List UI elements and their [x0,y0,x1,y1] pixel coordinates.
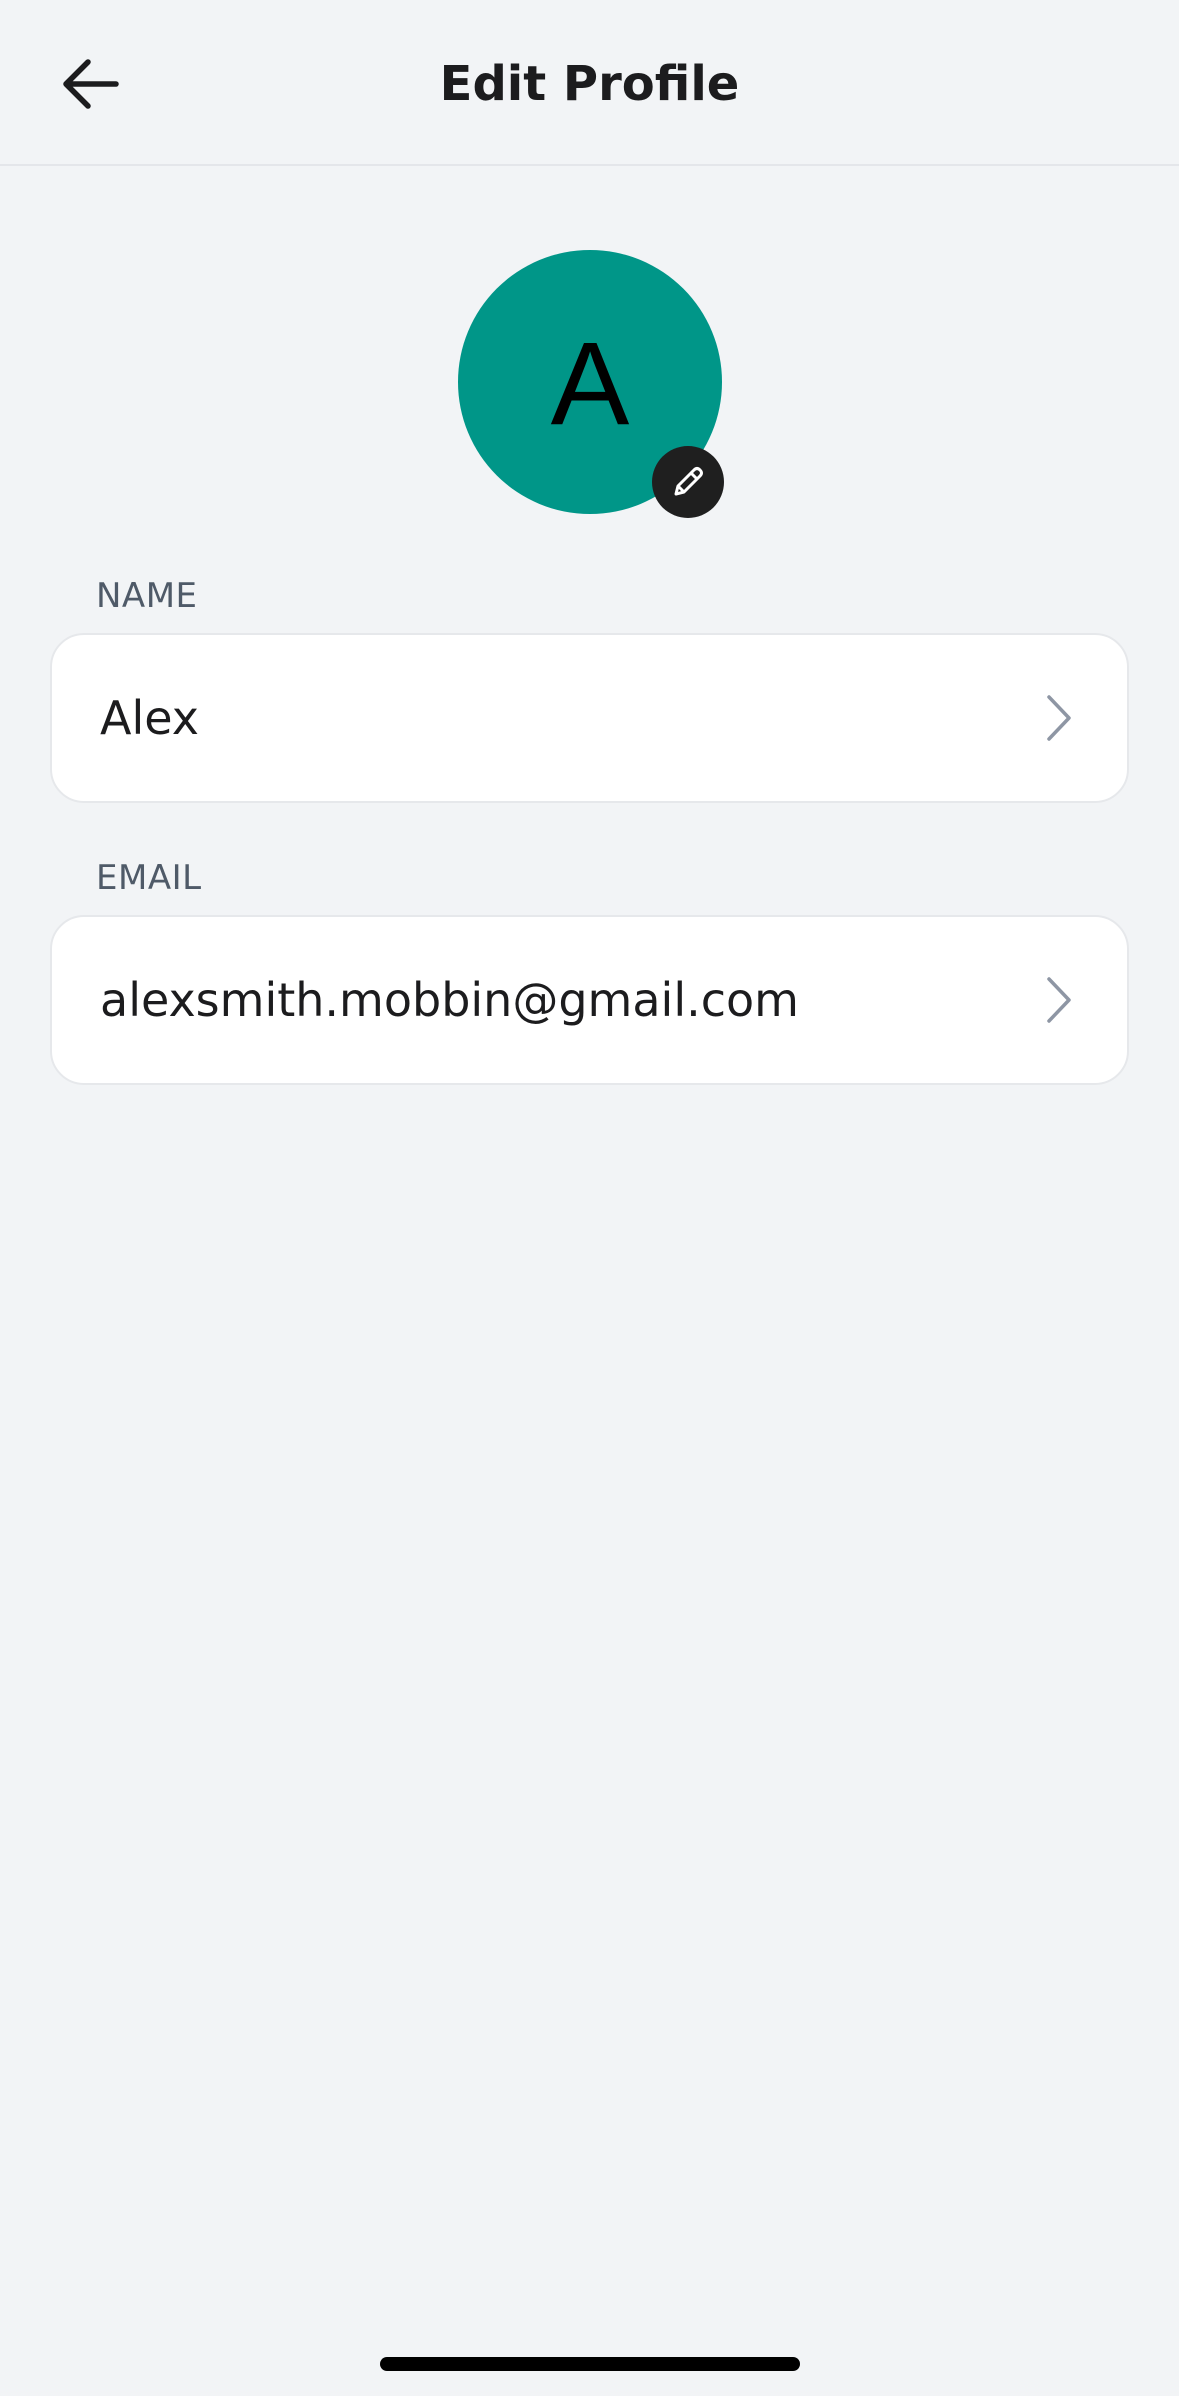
page-title: Edit Profile [439,56,740,112]
top-app-bar: Edit Profile [0,0,1179,166]
email-label: EMAIL [96,858,202,898]
pencil-icon [674,467,703,496]
email-field[interactable]: alexsmith.mobbin@gmail.com [50,915,1129,1085]
name-value: Alex [100,691,199,745]
chevron-right-icon [1047,695,1071,741]
edit-avatar-button[interactable] [652,446,724,518]
name-field[interactable]: Alex [50,633,1129,803]
name-label: NAME [96,576,198,616]
profile-avatar-section: A [458,250,724,518]
email-value: alexsmith.mobbin@gmail.com [100,973,799,1027]
home-indicator [380,2357,800,2371]
chevron-right-icon [1047,977,1071,1023]
